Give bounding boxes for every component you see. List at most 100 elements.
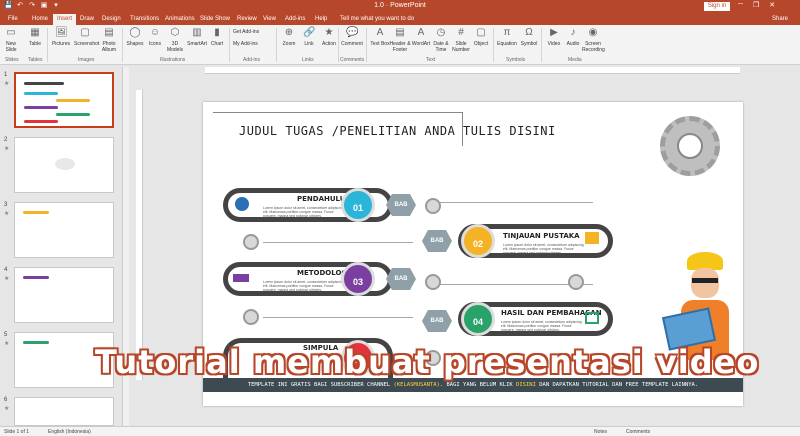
gear-icon [568, 274, 584, 290]
item-number-badge: 04 [461, 302, 495, 336]
disini-link[interactable]: DISINI [516, 382, 536, 388]
table-icon: ▦ [30, 27, 40, 38]
smartart-button[interactable]: ▥ SmartArt [186, 27, 208, 47]
my-addins-button[interactable]: My Add-ins [233, 41, 258, 47]
date-time-button[interactable]: ◷ Date & Time [430, 27, 452, 53]
screen-recording-icon: ◉ [588, 27, 598, 38]
bab-hex: BAB [386, 194, 416, 216]
group-label-media: Media [568, 57, 582, 63]
gear-icon [243, 234, 259, 250]
share-button[interactable]: Share [772, 16, 788, 22]
tab-addins[interactable]: Add-ins [285, 16, 305, 22]
sign-in-button[interactable]: Sign in [704, 2, 730, 11]
audio-button[interactable]: ♪ Audio [562, 27, 584, 47]
item-text: Lorem ipsum dolor sit amet, consectetuer… [501, 320, 582, 332]
ribbon-tabs: File Home Insert Draw Design Transitions… [0, 13, 800, 25]
restore-button[interactable]: ❐ [753, 1, 759, 9]
horizontal-ruler[interactable] [205, 67, 740, 74]
channel-link[interactable]: (KELASMUSANTA) [394, 382, 440, 388]
header-footer-icon: ▤ [395, 27, 405, 38]
title-bar: 💾 ↶ ↷ ▣ ▾ 1.0 · PowerPoint Sign in ─ ❐ ✕ [0, 0, 800, 13]
object-icon: ▢ [476, 27, 486, 38]
equation-icon: π [503, 27, 511, 38]
icons-icon: ☺ [149, 27, 161, 38]
tab-slideshow[interactable]: Slide Show [200, 16, 230, 22]
book-icon [585, 232, 599, 244]
get-addins-button[interactable]: Get Add-ins [233, 29, 259, 35]
comments-button[interactable]: Comments [626, 429, 650, 435]
slide-thumbnail-3[interactable] [14, 202, 114, 258]
tab-review[interactable]: Review [237, 16, 257, 22]
slide-thumbnail-2[interactable] [14, 137, 114, 193]
table-button[interactable]: ▦ Table [24, 27, 46, 47]
slide-number-button[interactable]: # Slide Number [450, 27, 472, 53]
tab-transitions[interactable]: Transitions [130, 16, 159, 22]
gear-logo-icon [660, 116, 720, 176]
animation-star-icon: ★ [4, 81, 10, 87]
pictures-icon: 🖼 [55, 27, 68, 38]
thumb-number: 6 [4, 397, 8, 403]
item-text: Lorem ipsum dolor sit amet, consectetuer… [503, 243, 584, 255]
text-box-button[interactable]: A Text Box [369, 27, 391, 47]
equation-button[interactable]: π Equation [496, 27, 518, 47]
animation-star-icon: ★ [4, 276, 10, 282]
chart-icon: ▮ [214, 27, 220, 38]
zoom-button[interactable]: ⊕ Zoom [278, 27, 300, 47]
vertical-ruler[interactable] [136, 90, 143, 380]
thumb-number: 3 [4, 202, 8, 208]
language-indicator[interactable]: English (Indonesia) [48, 429, 91, 435]
photo-album-button[interactable]: ▤ Photo Album [98, 27, 120, 53]
thumb-number: 4 [4, 267, 8, 273]
connector-line [433, 202, 593, 203]
pictures-button[interactable]: 🖼 Pictures [50, 27, 72, 47]
group-label-links: Links [302, 57, 314, 63]
header-footer-button[interactable]: ▤ Header & Footer [389, 27, 411, 53]
chart-button[interactable]: ▮ Chart [206, 27, 228, 47]
gear-icon [243, 309, 259, 325]
slide-title[interactable]: JUDUL TUGAS /PENELITIAN ANDA TULIS DISIN… [239, 124, 556, 138]
slide-thumbnail-6[interactable] [14, 397, 114, 426]
tab-animations[interactable]: Animations [165, 16, 195, 22]
symbol-button[interactable]: Ω Symbol [518, 27, 540, 47]
3d-models-button[interactable]: ⬡ 3D Models [164, 27, 186, 53]
comment-button[interactable]: 💬 Comment [341, 27, 363, 47]
wordart-button[interactable]: A WordArt [410, 27, 432, 47]
item-number-badge: 01 [341, 188, 375, 222]
action-button[interactable]: ★ Action [318, 27, 340, 47]
group-label-comments: Comments [340, 57, 365, 63]
worker-icon [235, 197, 249, 211]
tab-file[interactable]: File [8, 16, 18, 22]
wordart-icon: A [417, 27, 425, 38]
connector-line [263, 242, 413, 243]
screenshot-button[interactable]: ▢ Screenshot [74, 27, 99, 47]
tab-draw[interactable]: Draw [80, 16, 94, 22]
group-label-addins: Add-ins [243, 57, 260, 63]
group-label-images: Images [78, 57, 95, 63]
video-icon: ▶ [550, 27, 558, 38]
new-slide-button[interactable]: ▭ New Slide [0, 27, 22, 53]
action-icon: ★ [324, 27, 334, 38]
tab-insert[interactable]: Insert [53, 14, 77, 25]
tell-me-search[interactable]: Tell me what you want to do [340, 16, 414, 22]
group-label-tables: Tables [28, 57, 43, 63]
screen-recording-button[interactable]: ◉ Screen Recording [582, 27, 605, 53]
video-caption-overlay: Tutorial membuat presentasi video [95, 343, 760, 381]
slide-thumbnail-4[interactable] [14, 267, 114, 323]
icons-button[interactable]: ☺ Icons [144, 27, 166, 47]
presentation-icon [585, 312, 599, 324]
comment-icon: 💬 [346, 27, 359, 38]
tab-view[interactable]: View [263, 16, 276, 22]
tab-design[interactable]: Design [102, 16, 121, 22]
slide-thumbnail-1[interactable] [14, 72, 114, 128]
link-button[interactable]: 🔗 Link [298, 27, 320, 47]
tab-home[interactable]: Home [32, 16, 48, 22]
notes-button[interactable]: Notes [594, 429, 607, 435]
minimize-button[interactable]: ─ [738, 1, 743, 9]
shapes-button[interactable]: ◯ Shapes [124, 27, 146, 47]
connector-line [263, 317, 413, 318]
tab-help[interactable]: Help [315, 16, 327, 22]
symbol-icon: Ω [525, 27, 533, 38]
object-button[interactable]: ▢ Object [470, 27, 492, 47]
close-button[interactable]: ✕ [769, 1, 775, 9]
smartart-icon: ▥ [192, 27, 202, 38]
